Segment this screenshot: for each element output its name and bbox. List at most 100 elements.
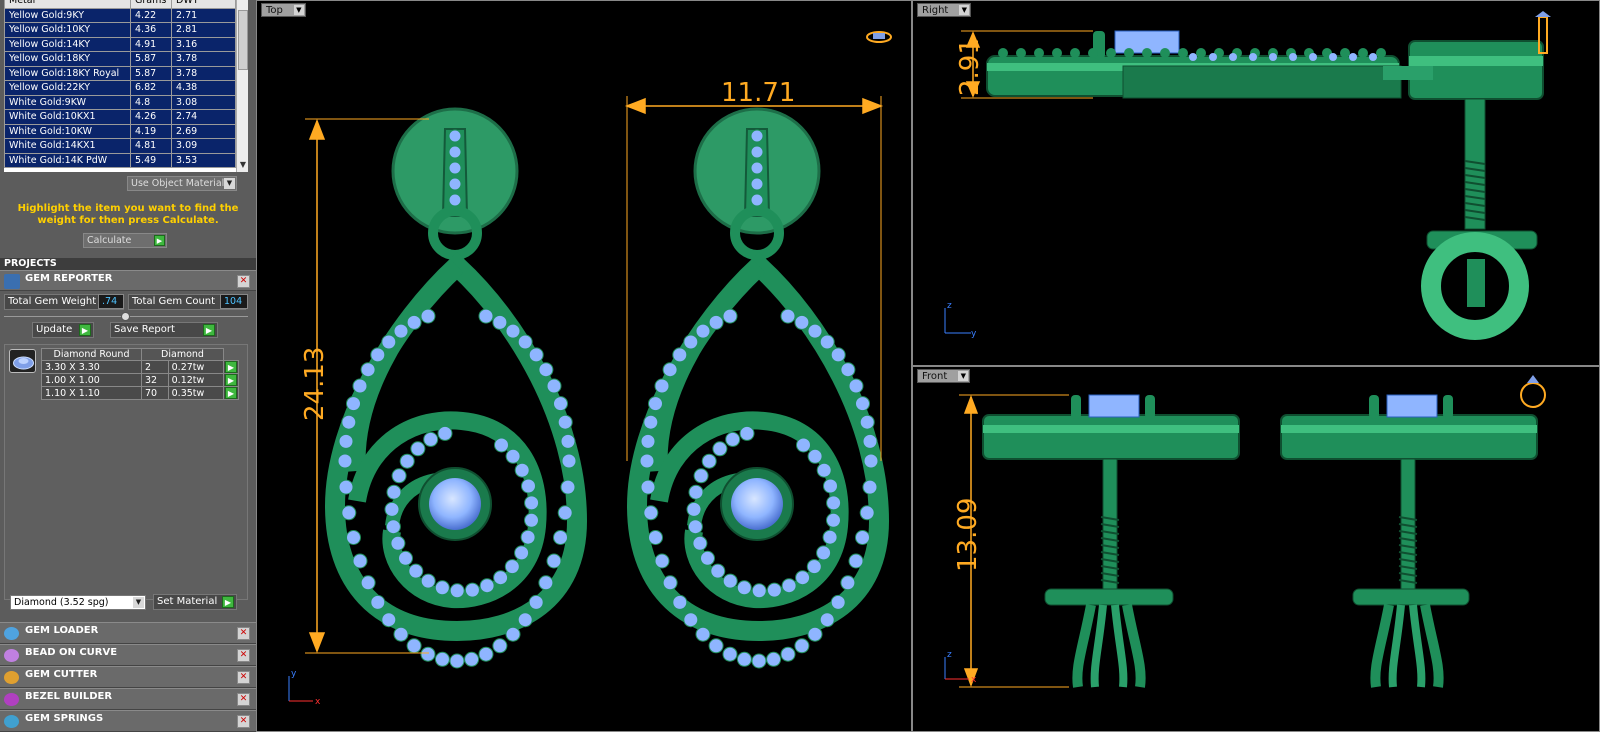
side-bead <box>1124 48 1134 58</box>
calculate-dropdown[interactable]: Calculate ▶ <box>83 233 167 248</box>
metal-column-header[interactable]: Metal <box>4 0 131 9</box>
object-materials-dropdown[interactable]: Use Object Materials ▼ <box>127 176 237 191</box>
metal-row[interactable]: White Gold:9KW 4.8 3.08 <box>4 94 236 110</box>
bead-on-curve-header[interactable]: BEAD ON CURVE ✕ <box>0 644 256 666</box>
gem-slider-knob[interactable] <box>121 312 130 321</box>
diamond-bead <box>806 559 822 575</box>
top-view-canvas[interactable]: 24.13 11.71 y x <box>257 1 912 732</box>
gem-row-action[interactable]: ▶ <box>223 360 239 374</box>
diamond-bead <box>338 479 354 495</box>
save-report-button[interactable]: Save Report ▶ <box>110 322 218 338</box>
dwt-column-header[interactable]: DWT <box>171 0 236 9</box>
metal-row[interactable]: Yellow Gold:10KY 4.36 2.81 <box>4 22 236 38</box>
front-view-earring-right[interactable] <box>1280 394 1538 688</box>
metal-name-cell: Yellow Gold:18KY <box>4 51 131 67</box>
metal-row[interactable]: Yellow Gold:18KY Royal 5.87 3.78 <box>4 65 236 81</box>
gem-reporter-header[interactable]: GEM REPORTER ✕ <box>0 270 256 291</box>
gem-loader-header[interactable]: GEM LOADER ✕ <box>0 622 256 644</box>
top-viewport[interactable]: 24.13 11.71 y x Top ▼ <box>256 0 912 732</box>
grams-cell: 5.49 <box>130 152 172 168</box>
diamond-bead <box>725 431 741 447</box>
left-earring[interactable] <box>324 107 588 669</box>
metal-name-cell: White Gold:10KW <box>4 123 131 139</box>
metal-weight-list[interactable]: Metal Grams DWT Yellow Gold:9KY 4.22 2.71 Y… <box>4 0 248 172</box>
diamond-bead <box>505 323 521 339</box>
diamond-bead <box>478 646 494 662</box>
calculate-label: Calculate <box>87 235 132 246</box>
diamond-round-header: Diamond Round <box>41 348 142 361</box>
scrollbar-thumb[interactable] <box>238 10 248 70</box>
diamond-bead <box>807 626 823 642</box>
right-axis-indicator: z y <box>944 301 977 339</box>
gem-row[interactable]: 3.30 X 3.30 2 0.27tw ▶ <box>41 360 239 374</box>
right-viewport-label[interactable]: Right ▼ <box>917 3 972 17</box>
dwt-cell: 4.38 <box>171 80 236 96</box>
close-icon[interactable]: ✕ <box>237 627 250 640</box>
diamond-bead <box>560 433 576 449</box>
play-icon: ▶ <box>225 374 237 386</box>
play-icon[interactable]: ▶ <box>154 235 165 246</box>
update-button[interactable]: Update ▶ <box>32 322 94 338</box>
diamond-bead <box>338 433 354 449</box>
gem-cutter-header[interactable]: GEM CUTTER ✕ <box>0 666 256 688</box>
close-icon[interactable]: ✕ <box>237 693 250 706</box>
gem-size-cell: 1.00 X 1.00 <box>41 373 142 387</box>
side-bead <box>1088 48 1098 58</box>
metal-name-cell: Yellow Gold:22KY <box>4 80 131 96</box>
close-icon[interactable]: ✕ <box>237 649 250 662</box>
diamond-bead <box>434 580 450 596</box>
metal-row[interactable]: White Gold:10KW 4.19 2.69 <box>4 123 236 139</box>
front-viewport-label[interactable]: Front ▼ <box>917 369 971 383</box>
metal-row[interactable]: White Gold:10KX1 4.26 2.74 <box>4 109 236 125</box>
metal-row[interactable]: Yellow Gold:22KY 6.82 4.38 <box>4 80 236 96</box>
view-orientation-icon[interactable] <box>866 31 892 43</box>
right-view-earring[interactable] <box>986 11 1551 340</box>
diamond-bead <box>423 431 439 447</box>
ring-view-icon[interactable] <box>1520 375 1546 408</box>
chevron-down-icon: ▼ <box>133 597 144 608</box>
metal-row[interactable]: Yellow Gold:18KY 5.87 3.78 <box>4 51 236 67</box>
gem-springs-header[interactable]: GEM SPRINGS ✕ <box>0 710 256 732</box>
metal-list-scrollbar[interactable]: ▼ <box>236 0 248 172</box>
projects-header[interactable]: PROJECTS <box>0 258 256 270</box>
scroll-down-icon[interactable]: ▼ <box>238 160 248 170</box>
gem-row[interactable]: 1.00 X 1.00 32 0.12tw ▶ <box>41 373 239 387</box>
gem-row-action[interactable]: ▶ <box>223 386 239 400</box>
side-bead <box>1329 53 1337 61</box>
play-icon: ▶ <box>203 324 215 336</box>
dwt-cell: 3.53 <box>171 152 236 168</box>
play-icon: ▶ <box>222 596 234 608</box>
diamond-bead <box>520 529 536 545</box>
grams-column-header[interactable]: Grams <box>130 0 172 9</box>
side-bead <box>1189 53 1197 61</box>
front-view-canvas[interactable]: 13.09 z x <box>913 367 1600 732</box>
close-icon[interactable]: ✕ <box>237 671 250 684</box>
metal-row[interactable]: Yellow Gold:14KY 4.91 3.16 <box>4 36 236 52</box>
diamond-bead <box>807 448 823 464</box>
top-viewport-label[interactable]: Top ▼ <box>261 3 306 17</box>
gem-row-action[interactable]: ▶ <box>223 373 239 387</box>
bezel-builder-header[interactable]: BEZEL BUILDER ✕ <box>0 688 256 710</box>
diamond-bead <box>859 414 875 430</box>
close-icon[interactable]: ✕ <box>237 715 250 728</box>
gem-row[interactable]: 1.10 X 1.10 70 0.35tw ▶ <box>41 386 239 400</box>
metal-row[interactable]: White Gold:14KX1 4.81 3.09 <box>4 138 236 154</box>
diamond-bead <box>346 396 361 412</box>
front-viewport[interactable]: 13.09 z x Front ▼ <box>912 366 1600 732</box>
right-view-canvas[interactable]: 2.91 z y <box>913 1 1600 366</box>
right-earring[interactable] <box>626 107 890 669</box>
close-icon[interactable]: ✕ <box>237 275 250 288</box>
front-view-earring-left[interactable] <box>982 394 1240 688</box>
set-material-button[interactable]: Set Material ▶ <box>153 594 237 610</box>
side-bead <box>1369 53 1377 61</box>
grams-cell: 5.87 <box>130 65 172 81</box>
metal-row[interactable]: Yellow Gold:9KY 4.22 2.71 <box>4 7 236 23</box>
right-viewport[interactable]: 2.91 z y Right ▼ <box>912 0 1600 366</box>
play-icon: ▶ <box>225 361 237 373</box>
update-label: Update <box>36 324 73 335</box>
gem-material-select[interactable]: Diamond (3.52 spg) ▼ <box>10 595 146 610</box>
diamond-bead <box>863 453 879 469</box>
total-gem-weight-value: .74 <box>98 294 124 309</box>
metal-row[interactable]: White Gold:14K PdW 5.49 3.53 <box>4 152 236 168</box>
play-icon: ▶ <box>79 324 91 336</box>
